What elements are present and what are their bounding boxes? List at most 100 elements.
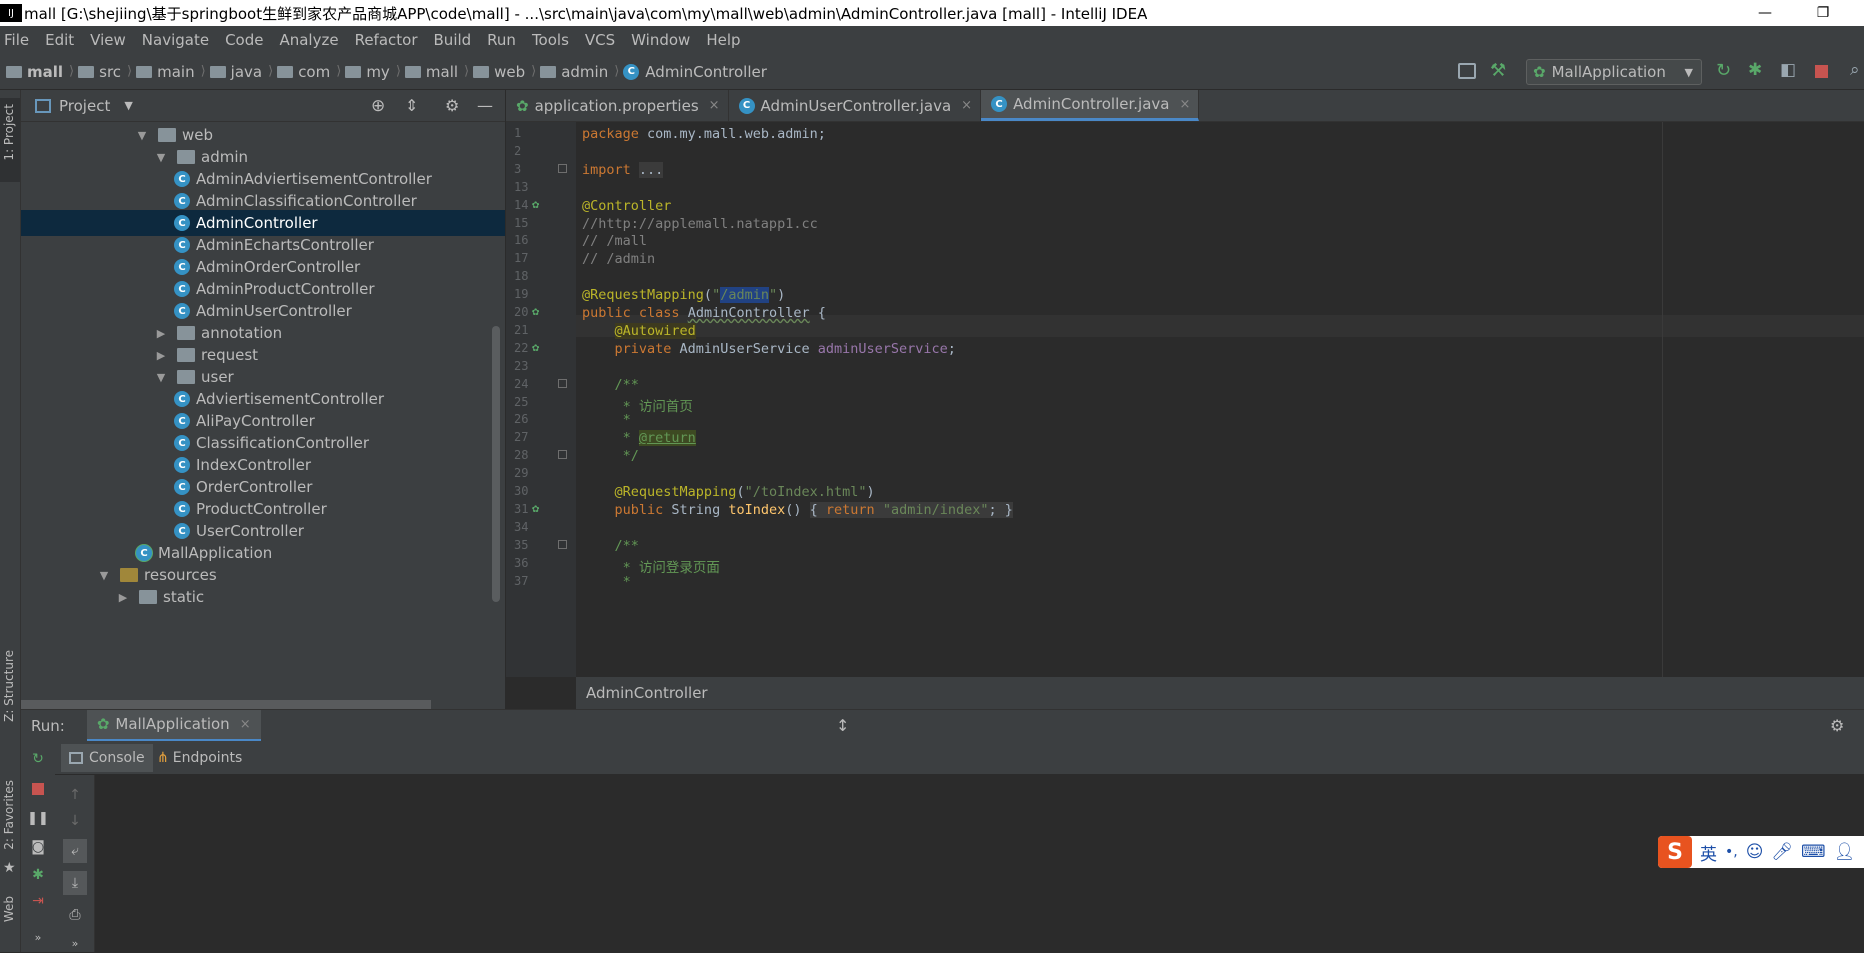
- breadcrumb-item[interactable]: java ⟩: [209, 63, 273, 81]
- tab-label: application.properties: [534, 96, 699, 115]
- tree-item[interactable]: ▶ static: [21, 584, 505, 610]
- search-everywhere-icon[interactable]: ⌕: [1850, 60, 1860, 80]
- up-arrow-icon[interactable]: ↑: [65, 785, 85, 805]
- menu-navigate[interactable]: Navigate: [142, 31, 209, 49]
- breadcrumb-item[interactable]: mall ⟩: [404, 63, 469, 81]
- breadcrumb-item[interactable]: src ⟩: [78, 63, 132, 81]
- collapse-all-icon[interactable]: ⇕: [405, 96, 418, 115]
- spring-mapping-icon[interactable]: ✿: [532, 501, 539, 515]
- user-icon[interactable]: 👤︎: [1834, 842, 1856, 862]
- more-icon[interactable]: »: [28, 927, 48, 947]
- rerun-icon[interactable]: ↻: [1716, 60, 1731, 81]
- breadcrumb-item[interactable]: my ⟩: [345, 63, 401, 81]
- spring-mapping-icon[interactable]: ✿: [532, 304, 539, 318]
- gear-icon[interactable]: ⚙: [1830, 716, 1844, 735]
- down-arrow-icon[interactable]: ↓: [65, 811, 85, 831]
- spring-mapping-icon[interactable]: ✿: [532, 197, 539, 211]
- code-editor[interactable]: package com.my.mall.web.admin; import ...…: [576, 122, 1864, 677]
- tool-window-structure[interactable]: Z: Structure: [2, 650, 16, 722]
- breadcrumb-item[interactable]: web ⟩: [473, 63, 536, 81]
- tab-application-properties[interactable]: ✿ application.properties ×: [506, 90, 729, 121]
- debug-icon[interactable]: ✱: [1748, 60, 1762, 80]
- debug-icon[interactable]: ✱: [28, 865, 48, 885]
- breadcrumb-item[interactable]: main ⟩: [136, 63, 206, 81]
- collapsed-arrow-icon[interactable]: ▶: [117, 591, 129, 604]
- terminal-icon[interactable]: [1458, 63, 1476, 79]
- minimize-button[interactable]: —: [1742, 0, 1788, 26]
- tool-window-web[interactable]: Web: [2, 896, 16, 922]
- stop-icon[interactable]: [28, 779, 48, 799]
- tree-item-label: AliPayController: [196, 412, 315, 430]
- run-tab-mallapplication[interactable]: ✿ MallApplication ×: [86, 709, 261, 742]
- menu-refactor[interactable]: Refactor: [355, 31, 418, 49]
- menu-edit[interactable]: Edit: [45, 31, 74, 49]
- menu-code[interactable]: Code: [225, 31, 263, 49]
- stop-icon[interactable]: [1815, 65, 1828, 78]
- tree-scrollbar[interactable]: [492, 326, 500, 602]
- collapsed-arrow-icon[interactable]: ▶: [155, 349, 167, 362]
- print-icon[interactable]: ⎙: [65, 905, 85, 925]
- expanded-arrow-icon[interactable]: ▼: [136, 129, 148, 142]
- folder-icon: [277, 65, 294, 78]
- breadcrumb-item[interactable]: C AdminController: [623, 63, 767, 81]
- breadcrumb-item[interactable]: mall ⟩: [6, 63, 74, 81]
- folder-icon: [209, 65, 226, 78]
- soft-wrap-icon[interactable]: ⤶: [63, 839, 87, 863]
- menu-tools[interactable]: Tools: [532, 31, 569, 49]
- menu-window[interactable]: Window: [631, 31, 690, 49]
- editor-breadcrumb[interactable]: AdminController: [586, 684, 708, 702]
- ime-language[interactable]: 英: [1700, 840, 1717, 865]
- fold-marker-icon[interactable]: [558, 378, 567, 388]
- ime-toolbar[interactable]: S 英 •, ☺ 🎤︎ ⌨ 👤︎: [1658, 836, 1864, 868]
- hide-icon[interactable]: —: [477, 96, 493, 115]
- fold-marker-icon[interactable]: [558, 450, 567, 460]
- tab-adminusercontroller[interactable]: C AdminUserController.java ×: [729, 90, 982, 121]
- emoji-icon[interactable]: ☺: [1746, 842, 1764, 862]
- collapsed-arrow-icon[interactable]: ▶: [155, 327, 167, 340]
- breadcrumb-item[interactable]: com ⟩: [277, 63, 341, 81]
- menu-build[interactable]: Build: [434, 31, 472, 49]
- close-icon[interactable]: ×: [1179, 97, 1190, 112]
- breadcrumb-item[interactable]: admin ⟩: [540, 63, 619, 81]
- more-icon[interactable]: »: [65, 933, 85, 953]
- close-icon[interactable]: ×: [709, 98, 720, 113]
- line-number: 2: [514, 143, 522, 158]
- line-number: 21: [514, 322, 529, 337]
- exit-icon[interactable]: ⇥: [28, 891, 48, 911]
- fold-marker-icon[interactable]: [558, 539, 567, 549]
- menu-file[interactable]: File: [4, 31, 29, 49]
- chevron-down-icon[interactable]: ▼: [124, 99, 132, 112]
- microphone-icon[interactable]: 🎤︎: [1771, 842, 1793, 862]
- menu-analyze[interactable]: Analyze: [279, 31, 338, 49]
- pause-icon[interactable]: ❚❚: [27, 808, 49, 828]
- console-tab[interactable]: Console: [61, 744, 153, 772]
- menu-view[interactable]: View: [90, 31, 126, 49]
- close-icon[interactable]: ×: [961, 98, 972, 113]
- locate-icon[interactable]: ⊕: [371, 96, 385, 116]
- keyboard-icon[interactable]: ⌨: [1801, 842, 1826, 862]
- camera-icon[interactable]: ◙: [28, 837, 48, 857]
- rerun-icon[interactable]: ↻: [28, 749, 48, 769]
- run-config-select[interactable]: ✿ MallApplication ▼: [1526, 59, 1702, 85]
- close-icon[interactable]: ×: [240, 717, 251, 732]
- endpoints-tab[interactable]: ⋔ Endpoints: [153, 744, 246, 772]
- coverage-icon[interactable]: ◧: [1780, 60, 1796, 80]
- expanded-arrow-icon[interactable]: ▼: [155, 151, 167, 164]
- console-output[interactable]: [96, 775, 1864, 952]
- tool-window-project[interactable]: 1: Project: [2, 104, 16, 161]
- expanded-arrow-icon[interactable]: ▼: [155, 371, 167, 384]
- expanded-arrow-icon[interactable]: ▼: [98, 569, 110, 582]
- tab-admincontroller[interactable]: C AdminController.java ×: [981, 90, 1200, 121]
- spring-bean-icon[interactable]: ✿: [532, 340, 539, 354]
- menu-vcs[interactable]: VCS: [585, 31, 615, 49]
- fold-marker-icon[interactable]: [558, 163, 567, 173]
- project-panel-title[interactable]: Project: [59, 97, 110, 115]
- scroll-to-end-icon[interactable]: ⤓: [63, 871, 87, 895]
- gear-icon[interactable]: ⚙: [445, 96, 459, 115]
- restore-button[interactable]: ❐: [1800, 0, 1846, 26]
- menu-run[interactable]: Run: [487, 31, 516, 49]
- build-hammer-icon[interactable]: ⚒: [1490, 60, 1506, 81]
- ime-punctuation[interactable]: •,: [1725, 844, 1738, 860]
- menu-help[interactable]: Help: [706, 31, 740, 49]
- tool-window-favorites[interactable]: 2: Favorites: [2, 780, 16, 850]
